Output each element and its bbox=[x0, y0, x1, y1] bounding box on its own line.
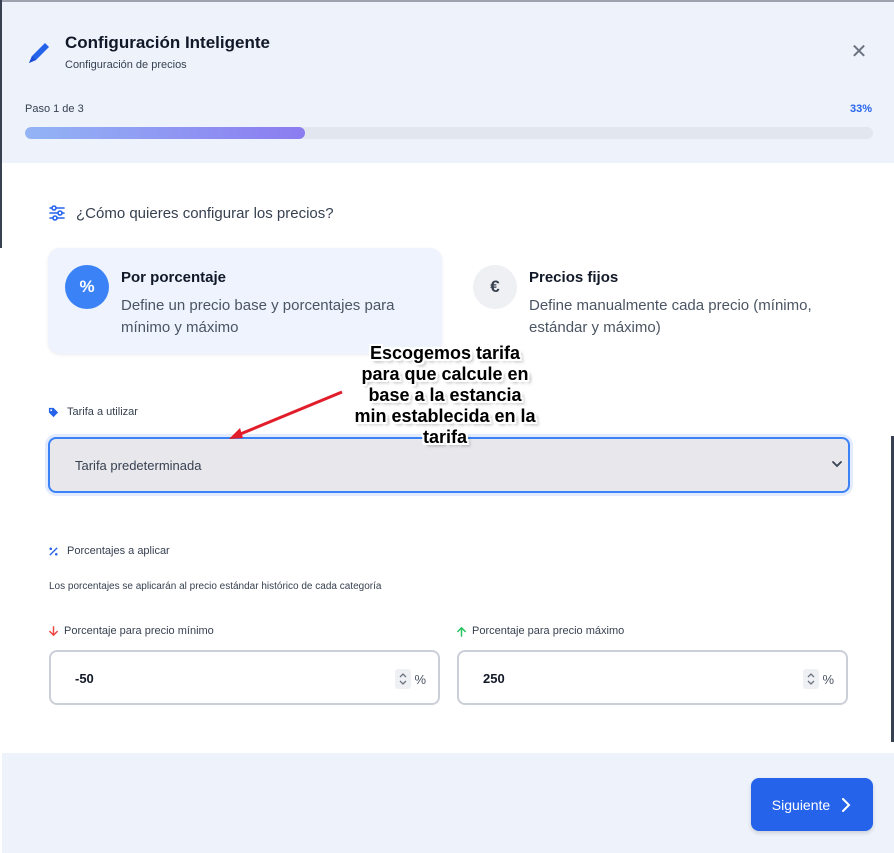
option-title: Precios fijos bbox=[529, 269, 619, 286]
annotation-line: para que calcule en bbox=[361, 364, 529, 384]
modal-subtitle: Configuración de precios bbox=[65, 59, 187, 71]
option-card-fixed-prices[interactable]: € Precios fijos Define manualmente cada … bbox=[456, 248, 850, 354]
max-percent-label-text: Porcentaje para precio máximo bbox=[472, 625, 625, 637]
euro-icon: € bbox=[473, 265, 517, 309]
next-button-label: Siguiente bbox=[771, 796, 831, 813]
percentages-help-text: Los porcentajes se aplicarán al precio e… bbox=[49, 581, 382, 592]
min-percent-label-text: Porcentaje para precio mínimo bbox=[64, 625, 214, 637]
rate-label: Tarifa a utilizar bbox=[48, 406, 138, 418]
annotation-line: base a la estancia bbox=[368, 385, 522, 405]
rate-label-text: Tarifa a utilizar bbox=[67, 406, 138, 418]
number-stepper[interactable] bbox=[395, 669, 411, 689]
pencil-icon bbox=[29, 43, 49, 63]
max-percent-value: 250 bbox=[483, 671, 505, 686]
annotation-line: min establecida en la bbox=[354, 406, 536, 426]
percent-unit: % bbox=[414, 672, 426, 687]
option-title: Por porcentaje bbox=[121, 269, 227, 286]
percent-small-icon bbox=[49, 546, 58, 556]
arrow-down-icon bbox=[49, 625, 58, 636]
max-percent-label: Porcentaje para precio máximo bbox=[456, 625, 624, 637]
close-icon[interactable]: ✕ bbox=[847, 40, 871, 64]
max-percent-input[interactable]: 250 % bbox=[457, 650, 848, 705]
percent-unit: % bbox=[822, 672, 834, 687]
annotation-line: Escogemos tarifa bbox=[369, 343, 521, 363]
option-card-percentage[interactable]: % Por porcentaje Define un precio base y… bbox=[48, 248, 442, 354]
chevron-down-icon bbox=[832, 461, 842, 468]
section-question-text: ¿Cómo quieres configurar los precios? bbox=[76, 204, 334, 222]
tag-icon bbox=[48, 407, 59, 417]
modal-title: Configuración Inteligente bbox=[65, 33, 270, 52]
annotation-line: tarifa bbox=[422, 427, 467, 447]
step-indicator: Paso 1 de 3 bbox=[25, 103, 84, 115]
modal-header: Configuración Inteligente Configuración … bbox=[2, 2, 894, 163]
chevron-right-icon bbox=[842, 797, 851, 812]
min-percent-label: Porcentaje para precio mínimo bbox=[48, 625, 214, 637]
percentages-label-text: Porcentajes a aplicar bbox=[67, 545, 170, 557]
progress-bar bbox=[25, 127, 873, 139]
next-button[interactable]: Siguiente bbox=[751, 778, 873, 831]
annotation-text: Escogemos tarifa para que calcule en bas… bbox=[330, 343, 560, 448]
option-description: Define manualmente cada precio (mínimo, … bbox=[529, 297, 812, 336]
percent-icon: % bbox=[65, 265, 109, 309]
progress-bar-fill bbox=[25, 127, 305, 139]
progress-percent: 33% bbox=[849, 103, 872, 115]
min-percent-input[interactable]: -50 % bbox=[49, 650, 440, 705]
percentages-label: Porcentajes a aplicar bbox=[48, 545, 170, 557]
option-description: Define un precio base y porcentajes para… bbox=[121, 297, 395, 336]
sliders-icon bbox=[49, 205, 65, 221]
number-stepper[interactable] bbox=[803, 669, 819, 689]
min-percent-value: -50 bbox=[75, 671, 94, 686]
arrow-up-icon bbox=[457, 626, 466, 637]
rate-select-value: Tarifa predeterminada bbox=[75, 458, 202, 473]
section-question: ¿Cómo quieres configurar los precios? bbox=[48, 204, 334, 222]
